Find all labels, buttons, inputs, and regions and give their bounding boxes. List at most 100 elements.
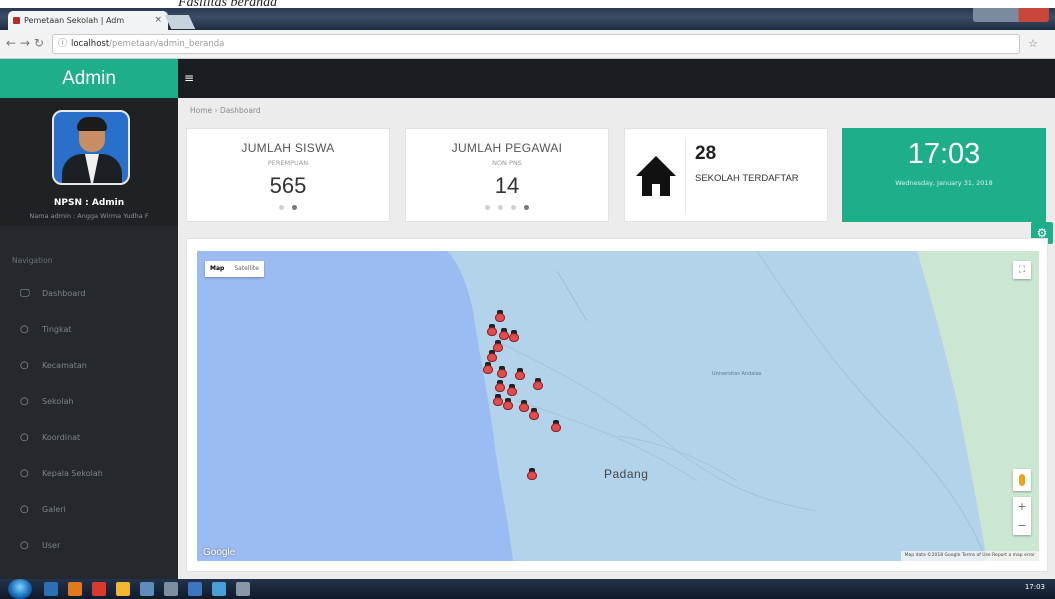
monitor-icon: 🖵 <box>20 288 30 299</box>
back-icon[interactable]: ← <box>6 36 16 50</box>
chrome-icon[interactable] <box>116 582 130 596</box>
breadcrumb: Home › Dashboard <box>190 106 261 115</box>
stat-value: 14 <box>494 173 520 198</box>
app-icon[interactable] <box>140 582 154 596</box>
url-path: /pemetaan/admin_beranda <box>109 39 225 49</box>
fullscreen-icon[interactable]: ⛶ <box>1013 261 1031 279</box>
info-icon[interactable]: ⓘ <box>58 35 67 53</box>
circle-icon: ○ <box>20 504 29 515</box>
sidebar-item-tingkat[interactable]: ○ Tingkat <box>0 315 178 345</box>
school-marker[interactable] <box>527 468 537 481</box>
sidebar-item-galeri[interactable]: ○ Galeri <box>0 495 178 525</box>
top-navbar: ≡ <box>178 59 1055 98</box>
os-taskbar: 17:03 <box>0 579 1055 599</box>
school-marker[interactable] <box>487 324 497 337</box>
url-host: localhost <box>71 39 110 49</box>
explorer-icon[interactable] <box>44 582 58 596</box>
tab-close-icon[interactable]: × <box>154 11 162 30</box>
school-marker[interactable] <box>503 398 513 411</box>
browser-tab-bar: Pemetaan Sekolah | Adm × <box>0 8 1055 30</box>
circle-icon: ○ <box>20 468 29 479</box>
app-icon[interactable] <box>92 582 106 596</box>
brand-logo[interactable]: Admin <box>0 59 178 98</box>
school-marker[interactable] <box>507 384 517 397</box>
sidebar-item-koordinat[interactable]: ○ Koordinat <box>0 423 178 453</box>
school-marker[interactable] <box>495 310 505 323</box>
map-attribution[interactable]: Map data ©2018 Google Terms of Use Repor… <box>900 551 1039 561</box>
sidebar-item-user[interactable]: ○ User <box>0 531 178 561</box>
window-controls[interactable] <box>973 8 1049 22</box>
sidebar-item-kecamatan[interactable]: ○ Kecamatan <box>0 351 178 381</box>
sidebar-item-kepala-sekolah[interactable]: ○ Kepala Sekolah <box>0 459 178 489</box>
map-type-satellite[interactable]: Satellite <box>229 261 264 277</box>
url-input[interactable]: ⓘ localhost/pemetaan/admin_beranda <box>52 34 1020 54</box>
street-view-pegman-icon[interactable] <box>1013 469 1031 491</box>
circle-icon: ○ <box>20 360 29 371</box>
school-marker[interactable] <box>509 330 519 343</box>
map-type-control[interactable]: Map Satellite <box>205 261 264 277</box>
map-type-map[interactable]: Map <box>205 261 229 277</box>
breadcrumb-home[interactable]: Home <box>190 106 212 115</box>
browser-tab[interactable]: Pemetaan Sekolah | Adm × <box>8 11 168 30</box>
school-marker[interactable] <box>493 394 503 407</box>
clock-time: 17:03 <box>907 138 981 170</box>
app-icon[interactable] <box>164 582 178 596</box>
avatar <box>52 110 130 185</box>
school-marker[interactable] <box>529 408 539 421</box>
school-marker[interactable] <box>499 328 509 341</box>
breadcrumb-separator: › <box>214 106 218 115</box>
school-count: 28 <box>695 143 717 164</box>
stat-subtitle: NON PNS <box>492 159 522 167</box>
forward-icon[interactable]: → <box>20 36 30 50</box>
school-marker[interactable] <box>519 400 529 413</box>
reload-icon[interactable]: ↻ <box>34 36 44 50</box>
sidebar-item-sekolah[interactable]: ○ Sekolah <box>0 387 178 417</box>
media-icon[interactable] <box>68 582 82 596</box>
start-button[interactable] <box>8 579 32 599</box>
google-logo: Google <box>203 547 236 558</box>
stat-title: JUMLAH PEGAWAI <box>451 141 563 155</box>
sidebar-item-label: User <box>42 541 61 550</box>
stat-subtitle: PEREMPUAN <box>267 159 309 167</box>
profile-npsn: NPSN : Admin <box>53 198 125 208</box>
system-tray-clock[interactable]: 17:03 <box>1025 583 1045 591</box>
app-icon[interactable] <box>188 582 202 596</box>
school-marker[interactable] <box>551 420 561 433</box>
sidebar-item-dashboard[interactable]: 🖵 Dashboard <box>0 279 178 309</box>
clock-card: 17:03 Wednesday, January 31, 2018 <box>842 128 1046 222</box>
profile-subtitle: Nama admin : Angga Wirma Yudha F <box>29 212 149 220</box>
zoom-out-button[interactable]: − <box>1013 516 1031 535</box>
sidebar-item-label: Sekolah <box>42 397 74 406</box>
circle-icon: ○ <box>20 396 29 407</box>
school-map[interactable]: Map Satellite ⛶ Universitas Andalas Padan… <box>197 251 1039 561</box>
city-label: Padang <box>604 467 649 481</box>
stat-value: 565 <box>269 173 307 198</box>
zoom-in-button[interactable]: + <box>1013 497 1031 516</box>
app-icon[interactable] <box>212 582 226 596</box>
stat-title: JUMLAH SISWA <box>241 141 335 155</box>
new-tab-button[interactable] <box>164 15 196 29</box>
school-label: SEKOLAH TERDAFTAR <box>695 173 799 184</box>
circle-icon: ○ <box>20 432 29 443</box>
sidebar-item-label: Tingkat <box>42 325 72 334</box>
sidebar-item-label: Galeri <box>42 505 66 514</box>
clock-date: Wednesday, January 31, 2018 <box>895 179 993 187</box>
main-content: Home › Dashboard JUMLAH SISWA PEREMPUAN … <box>178 98 1055 579</box>
school-marker[interactable] <box>515 368 525 381</box>
school-marker[interactable] <box>483 362 493 375</box>
circle-icon: ○ <box>20 324 29 335</box>
breadcrumb-current: Dashboard <box>219 106 261 115</box>
school-marker[interactable] <box>533 378 543 391</box>
bookmark-star-icon[interactable]: ☆ <box>1028 37 1038 50</box>
menu-toggle-icon[interactable]: ≡ <box>184 72 194 84</box>
carousel-dots[interactable] <box>406 205 608 210</box>
carousel-dots[interactable] <box>187 205 389 210</box>
school-marker[interactable] <box>497 366 507 379</box>
circle-icon: ○ <box>20 540 29 551</box>
app-icon[interactable] <box>236 582 250 596</box>
address-bar: ← → ↻ ⓘ localhost/pemetaan/admin_beranda… <box>0 30 1055 59</box>
stat-card-sekolah: 28 SEKOLAH TERDAFTAR <box>624 128 828 222</box>
school-marker[interactable] <box>495 380 505 393</box>
stat-card-pegawai: JUMLAH PEGAWAI NON PNS 14 <box>405 128 609 222</box>
favicon-icon <box>13 17 20 24</box>
